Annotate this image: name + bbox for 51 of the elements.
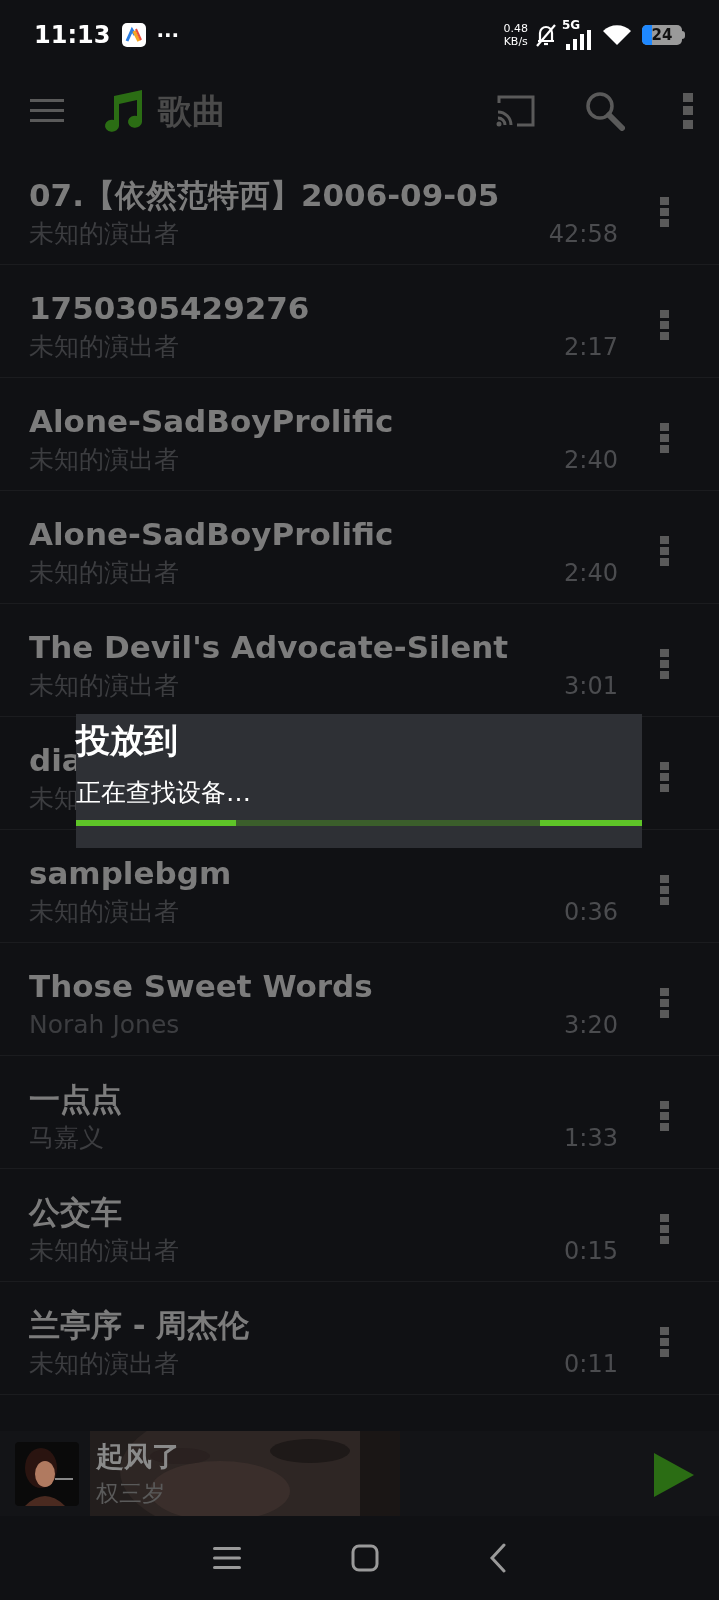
cast-icon[interactable] [495, 94, 535, 128]
menu-icon[interactable] [212, 1546, 241, 1570]
more-icon[interactable] [660, 762, 669, 792]
play-icon[interactable] [654, 1453, 694, 1497]
song-title: samplebgm [29, 854, 233, 893]
signal-icon [566, 30, 592, 50]
song-title: 1750305429276 [29, 289, 311, 328]
song-title: Alone-SadBoyProlific [29, 402, 395, 441]
speed-unit: KB/s [503, 35, 528, 48]
battery-level: 24 [651, 25, 673, 45]
home-icon[interactable] [350, 1544, 379, 1572]
app-icon [122, 23, 147, 47]
duration: 3:01 [564, 671, 618, 702]
network-speed: 0.48 [503, 22, 528, 35]
duration: 3:20 [564, 1010, 618, 1041]
muted-bell-icon [534, 22, 558, 48]
duration: 0:36 [564, 897, 618, 928]
duration: 42:58 [548, 219, 618, 250]
network-type: 5G [562, 17, 581, 34]
more-icon[interactable] [660, 1214, 669, 1244]
back-icon[interactable] [488, 1543, 507, 1573]
more-icon[interactable] [660, 1101, 669, 1131]
more-icon[interactable] [660, 423, 669, 453]
song-title: Alone-SadBoyProlific [29, 515, 395, 554]
more-icon[interactable] [660, 875, 669, 905]
song-title: 兰亭序 - 周杰伦 [29, 1306, 251, 1345]
more-icon[interactable] [660, 1327, 669, 1357]
song-title: 一点点 [29, 1080, 123, 1119]
more-icon[interactable] [660, 649, 669, 679]
overflow-menu-icon[interactable] [683, 93, 693, 129]
duration: 2:40 [564, 558, 618, 589]
duration: 0:15 [564, 1236, 618, 1267]
duration: 2:40 [564, 445, 618, 476]
song-title: The Devil's Advocate-Silent [29, 628, 510, 667]
dialog-message: 正在查找设备… [76, 777, 252, 809]
screen-title: 歌曲 [158, 89, 226, 133]
more-icon[interactable] [660, 988, 669, 1018]
clock: 11:13 [34, 20, 111, 51]
search-icon[interactable] [585, 91, 625, 131]
more-icon[interactable] [660, 536, 669, 566]
song-title: Those Sweet Words [29, 967, 374, 1006]
duration: 0:11 [564, 1349, 618, 1380]
duration: 1:33 [564, 1123, 618, 1154]
duration: 2:17 [564, 332, 618, 363]
more-notifications: ··· [156, 22, 180, 49]
wifi-icon [602, 24, 632, 46]
song-title: 公交车 [29, 1193, 123, 1232]
more-icon[interactable] [660, 310, 669, 340]
more-icon[interactable] [660, 197, 669, 227]
song-title: 07.【依然范特西】2006-09-05 [29, 176, 501, 215]
song-title: 起风了 [96, 1439, 180, 1475]
